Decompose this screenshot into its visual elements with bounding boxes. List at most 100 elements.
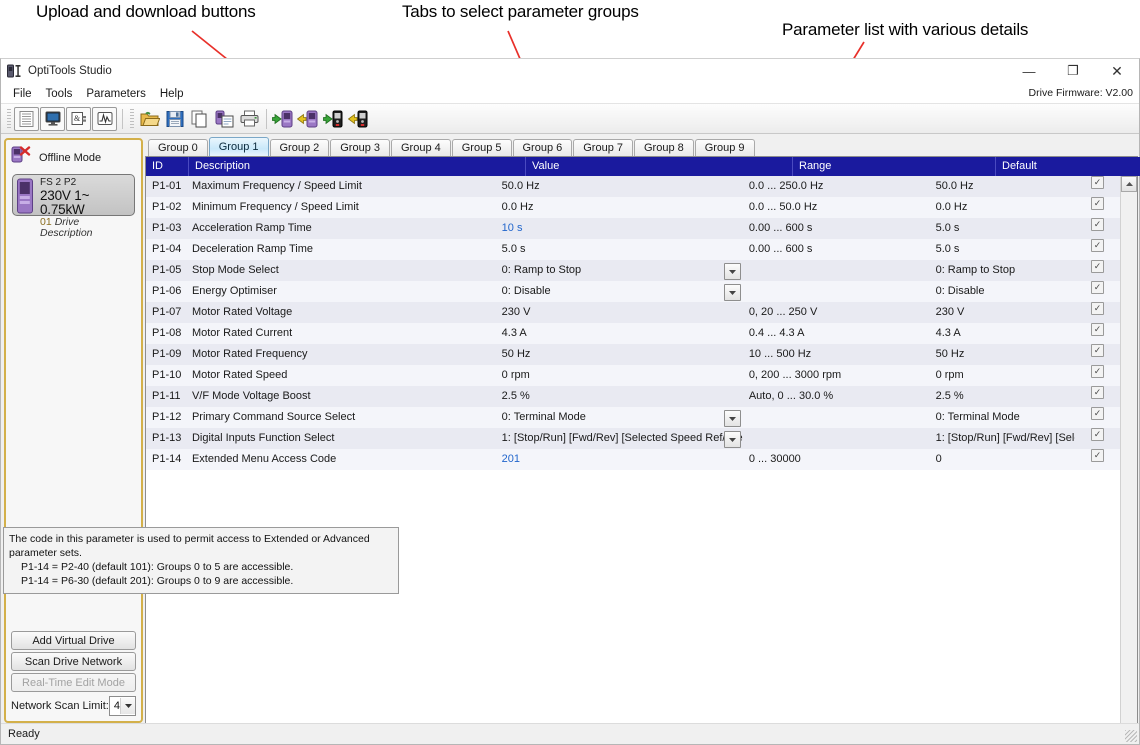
table-row[interactable]: P1-09 Motor Rated Frequency 50 Hz 10 ... 50…: [146, 344, 1120, 365]
tab-group-7[interactable]: Group 7: [573, 139, 633, 156]
grid-vertical-scrollbar[interactable]: [1120, 176, 1137, 724]
terminal-view-icon[interactable]: &: [66, 106, 91, 131]
column-header-id[interactable]: ID: [146, 157, 189, 176]
upload-to-drive-icon[interactable]: [296, 106, 321, 131]
cell-value[interactable]: 1: [Stop/Run] [Fwd/Rev] [Selected Speed …: [496, 428, 743, 449]
cell-visible[interactable]: ✓: [1075, 281, 1120, 302]
cell-value[interactable]: 2.5 %: [496, 386, 743, 407]
table-row[interactable]: P1-01 Maximum Frequency / Speed Limit 50.0…: [146, 176, 1120, 197]
table-row[interactable]: P1-13 Digital Inputs Function Select 1: [S…: [146, 428, 1120, 449]
tab-group-1[interactable]: Group 1: [208, 137, 269, 156]
visible-checkbox[interactable]: ✓: [1091, 239, 1105, 252]
visible-checkbox[interactable]: ✓: [1091, 407, 1105, 420]
scroll-up-button[interactable]: [1121, 176, 1137, 192]
open-file-icon[interactable]: [137, 106, 162, 131]
toolbar-grip[interactable]: [7, 108, 11, 129]
chevron-down-icon[interactable]: [723, 410, 741, 427]
cell-value[interactable]: 10 s: [496, 218, 743, 239]
table-row[interactable]: P1-05 Stop Mode Select 0: Ramp to Stop 0: R…: [146, 260, 1120, 281]
tab-group-9[interactable]: Group 9: [694, 139, 755, 156]
close-button[interactable]: ✕: [1095, 59, 1139, 83]
visible-checkbox[interactable]: ✓: [1091, 281, 1105, 294]
network-scan-limit-input[interactable]: 4: [108, 696, 136, 716]
tab-group-0[interactable]: Group 0: [148, 139, 208, 156]
table-row[interactable]: P1-07 Motor Rated Voltage 230 V 0, 20 ... 2…: [146, 302, 1120, 323]
table-row[interactable]: P1-03 Acceleration Ramp Time 10 s 0.00 ... …: [146, 218, 1120, 239]
scan-drive-network-button[interactable]: Scan Drive Network: [11, 652, 136, 671]
tab-group-2[interactable]: Group 2: [269, 139, 330, 156]
print-icon[interactable]: [237, 106, 262, 131]
visible-checkbox[interactable]: ✓: [1091, 197, 1105, 210]
menu-parameters[interactable]: Parameters: [79, 87, 152, 101]
chevron-down-icon[interactable]: [120, 698, 135, 714]
cell-visible[interactable]: ✓: [1075, 365, 1120, 386]
minimize-button[interactable]: —: [1007, 59, 1051, 83]
chevron-down-icon[interactable]: [723, 284, 741, 301]
cell-value[interactable]: 0: Ramp to Stop: [496, 260, 743, 281]
cell-visible[interactable]: ✓: [1075, 323, 1120, 344]
menu-help[interactable]: Help: [153, 87, 191, 101]
cell-value[interactable]: 0 rpm: [496, 365, 743, 386]
cell-value[interactable]: 4.3 A: [496, 323, 743, 344]
table-row[interactable]: P1-06 Energy Optimiser 0: Disable 0: Disabl…: [146, 281, 1120, 302]
copy-icon[interactable]: [187, 106, 212, 131]
column-header-default[interactable]: Default: [996, 157, 1140, 176]
tab-group-4[interactable]: Group 4: [391, 139, 451, 156]
visible-checkbox[interactable]: ✓: [1091, 260, 1105, 273]
cell-value[interactable]: 0.0 Hz: [496, 197, 743, 218]
visible-checkbox[interactable]: ✓: [1091, 176, 1105, 189]
cell-visible[interactable]: ✓: [1075, 302, 1120, 323]
tab-group-3[interactable]: Group 3: [330, 139, 390, 156]
tab-group-5[interactable]: Group 5: [451, 139, 512, 156]
cell-visible[interactable]: ✓: [1075, 197, 1120, 218]
table-row[interactable]: P1-04 Deceleration Ramp Time 5.0 s 0.00 ...…: [146, 239, 1120, 260]
resize-grip[interactable]: [1125, 730, 1137, 742]
column-header-range[interactable]: Range: [793, 157, 996, 176]
visible-checkbox[interactable]: ✓: [1091, 218, 1105, 231]
scope-view-icon[interactable]: [92, 106, 117, 131]
visible-checkbox[interactable]: ✓: [1091, 365, 1105, 378]
visible-checkbox[interactable]: ✓: [1091, 344, 1105, 357]
drive-card[interactable]: FS 2 P2 230V 1~ 0.75kW 01 Drive Descripti…: [12, 174, 135, 238]
column-header-value[interactable]: Value: [526, 157, 793, 176]
cell-value[interactable]: 230 V: [496, 302, 743, 323]
visible-checkbox[interactable]: ✓: [1091, 323, 1105, 336]
download-from-drive-icon[interactable]: [271, 106, 296, 131]
add-virtual-drive-button[interactable]: Add Virtual Drive: [11, 631, 136, 650]
cell-value[interactable]: 50 Hz: [496, 344, 743, 365]
toolbar-grip[interactable]: [130, 108, 134, 129]
save-file-icon[interactable]: [162, 106, 187, 131]
visible-checkbox[interactable]: ✓: [1091, 386, 1105, 399]
cell-visible[interactable]: ✓: [1075, 407, 1120, 428]
visible-checkbox[interactable]: ✓: [1091, 449, 1105, 462]
table-row[interactable]: P1-02 Minimum Frequency / Speed Limit 0.0 …: [146, 197, 1120, 218]
cell-visible[interactable]: ✓: [1075, 218, 1120, 239]
monitor-view-icon[interactable]: [40, 106, 65, 131]
menu-tools[interactable]: Tools: [39, 87, 80, 101]
cell-visible[interactable]: ✓: [1075, 449, 1120, 470]
table-row[interactable]: P1-11 V/F Mode Voltage Boost 2.5 % Auto, 0 …: [146, 386, 1120, 407]
tab-group-8[interactable]: Group 8: [634, 139, 694, 156]
visible-checkbox[interactable]: ✓: [1091, 428, 1105, 441]
cell-visible[interactable]: ✓: [1075, 386, 1120, 407]
cell-visible[interactable]: ✓: [1075, 239, 1120, 260]
table-row[interactable]: P1-08 Motor Rated Current 4.3 A 0.4 ... 4.3…: [146, 323, 1120, 344]
chevron-down-icon[interactable]: [723, 263, 741, 280]
download-from-memory-module-icon[interactable]: [321, 106, 346, 131]
menu-file[interactable]: File: [6, 87, 39, 101]
tab-group-6[interactable]: Group 6: [512, 139, 573, 156]
cell-value[interactable]: 5.0 s: [496, 239, 743, 260]
cell-value[interactable]: 50.0 Hz: [496, 176, 743, 197]
upload-to-memory-module-icon[interactable]: [346, 106, 371, 131]
cell-value[interactable]: 0: Disable: [496, 281, 743, 302]
table-row[interactable]: P1-10 Motor Rated Speed 0 rpm 0, 200 ... 30…: [146, 365, 1120, 386]
cell-value[interactable]: 0: Terminal Mode: [496, 407, 743, 428]
compare-drive-icon[interactable]: [212, 106, 237, 131]
cell-visible[interactable]: ✓: [1075, 260, 1120, 281]
cell-visible[interactable]: ✓: [1075, 428, 1120, 449]
table-row[interactable]: P1-12 Primary Command Source Select 0: Ter…: [146, 407, 1120, 428]
visible-checkbox[interactable]: ✓: [1091, 302, 1105, 315]
cell-visible[interactable]: ✓: [1075, 344, 1120, 365]
chevron-down-icon[interactable]: [723, 431, 741, 448]
parameter-list-view-icon[interactable]: [14, 106, 39, 131]
